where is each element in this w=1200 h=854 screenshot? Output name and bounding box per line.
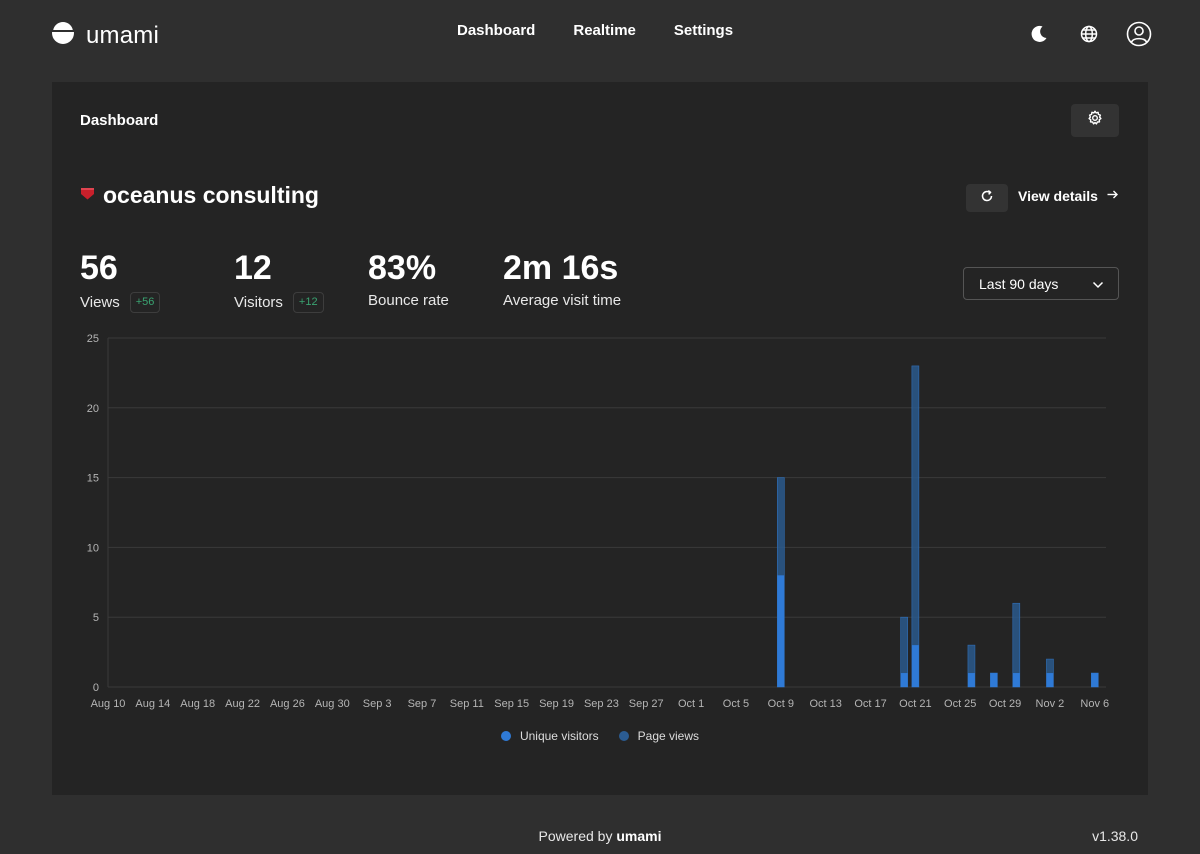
metric-bounce-rate: 83% Bounce rate	[368, 248, 449, 309]
metric-views: 56 Views +56	[80, 248, 161, 313]
nav-realtime[interactable]: Realtime	[573, 22, 636, 39]
legend-swatch	[500, 731, 511, 741]
bar-unique-visitors	[911, 645, 919, 687]
y-tick-label: 15	[87, 473, 99, 485]
nav-dashboard[interactable]: Dashboard	[457, 22, 535, 39]
x-tick-label: Oct 9	[768, 698, 794, 710]
x-tick-label: Oct 25	[944, 698, 976, 710]
legend-item-unique-visitors[interactable]: Unique visitors	[500, 729, 599, 743]
bar-unique-visitors	[1091, 673, 1099, 687]
y-tick-label: 0	[93, 682, 99, 694]
y-tick-label: 20	[87, 403, 99, 415]
metric-label: Bounce rate	[368, 292, 449, 309]
legend-label: Page views	[637, 729, 700, 743]
metric-value: 12	[234, 249, 272, 287]
y-tick-label: 10	[87, 542, 99, 554]
website-favicon-icon	[80, 186, 95, 206]
chart-legend: Unique visitors Page views	[52, 729, 1148, 743]
bar-unique-visitors	[1012, 673, 1020, 687]
x-tick-label: Sep 19	[539, 698, 574, 710]
moon-icon[interactable]	[1024, 20, 1054, 48]
refresh-icon	[980, 189, 994, 208]
change-badge: +56	[129, 292, 161, 313]
arrow-right-icon	[1106, 188, 1119, 204]
header-actions	[1024, 20, 1154, 48]
refresh-button[interactable]	[966, 184, 1008, 212]
website-header: oceanus consulting	[80, 182, 319, 209]
x-tick-label: Aug 22	[225, 698, 260, 710]
x-tick-label: Nov 6	[1080, 698, 1109, 710]
x-tick-label: Oct 21	[899, 698, 931, 710]
change-badge: +12	[292, 292, 324, 313]
metric-value: 83%	[368, 249, 437, 287]
y-tick-label: 5	[93, 612, 99, 624]
x-tick-label: Aug 18	[180, 698, 215, 710]
x-tick-label: Aug 30	[315, 698, 350, 710]
legend-label: Unique visitors	[519, 729, 599, 743]
page-title: Dashboard	[80, 112, 159, 129]
metric-average-visit-time: 2m 16s Average visit time	[503, 248, 621, 309]
chevron-down-icon	[1092, 276, 1104, 292]
umami-logo-icon	[51, 21, 75, 50]
bar-unique-visitors	[900, 673, 908, 687]
metric-value: 2m 16s	[503, 249, 619, 287]
bar-page-views	[911, 365, 920, 688]
app-logo[interactable]: umami	[51, 21, 159, 50]
x-tick-label: Oct 29	[989, 698, 1021, 710]
dashboard-settings-button[interactable]	[1071, 104, 1119, 137]
website-name[interactable]: oceanus consulting	[103, 182, 319, 209]
x-tick-label: Aug 10	[91, 698, 126, 710]
x-tick-label: Sep 15	[494, 698, 529, 710]
x-tick-label: Aug 26	[270, 698, 305, 710]
x-tick-label: Nov 2	[1036, 698, 1065, 710]
legend-swatch	[618, 731, 629, 741]
x-tick-label: Aug 14	[135, 698, 170, 710]
legend-item-page-views[interactable]: Page views	[618, 729, 700, 743]
view-details-label: View details	[1018, 188, 1098, 204]
globe-icon[interactable]	[1074, 20, 1104, 48]
user-icon[interactable]	[1124, 20, 1154, 48]
top-header: umami Dashboard Realtime Settings	[0, 0, 1200, 68]
bar-unique-visitors	[1046, 673, 1054, 687]
date-range-value: Last 90 days	[979, 275, 1059, 292]
metric-value: 56	[80, 249, 118, 287]
powered-by: Powered by umami	[0, 828, 1200, 844]
x-tick-label: Oct 13	[809, 698, 841, 710]
gear-icon	[1087, 110, 1103, 131]
nav-settings[interactable]: Settings	[674, 22, 733, 39]
bar-unique-visitors	[777, 575, 785, 687]
x-tick-label: Sep 7	[408, 698, 437, 710]
x-tick-label: Sep 3	[363, 698, 392, 710]
x-tick-label: Sep 27	[629, 698, 664, 710]
powered-by-prefix: Powered by	[538, 828, 613, 844]
app-name: umami	[86, 21, 160, 49]
metric-visitors: 12 Visitors +12	[234, 248, 324, 313]
view-details-link[interactable]: View details	[1018, 188, 1119, 204]
bar-unique-visitors	[967, 673, 975, 687]
bar-unique-visitors	[990, 673, 998, 687]
powered-by-brand[interactable]: umami	[616, 828, 661, 844]
y-tick-label: 25	[87, 333, 99, 345]
x-tick-label: Oct 17	[854, 698, 886, 710]
x-tick-label: Sep 11	[450, 698, 484, 710]
x-tick-label: Oct 1	[678, 698, 704, 710]
metric-label: Average visit time	[503, 292, 622, 309]
app-version: v1.38.0	[1092, 828, 1138, 844]
pageviews-chart: 0 5 10 15 20 25 Aug 10 Aug 14 Aug 18 Aug 22 Aug 26…	[87, 333, 1109, 710]
metric-label: Visitors	[234, 294, 283, 311]
metric-label: Views	[80, 294, 120, 311]
x-tick-label: Oct 5	[723, 698, 749, 710]
dashboard-card: Dashboard oceanus consulting View detail…	[52, 82, 1148, 795]
date-range-select[interactable]: Last 90 days	[963, 267, 1119, 300]
main-nav: Dashboard Realtime Settings	[457, 22, 733, 39]
x-tick-label: Sep 23	[584, 698, 619, 710]
